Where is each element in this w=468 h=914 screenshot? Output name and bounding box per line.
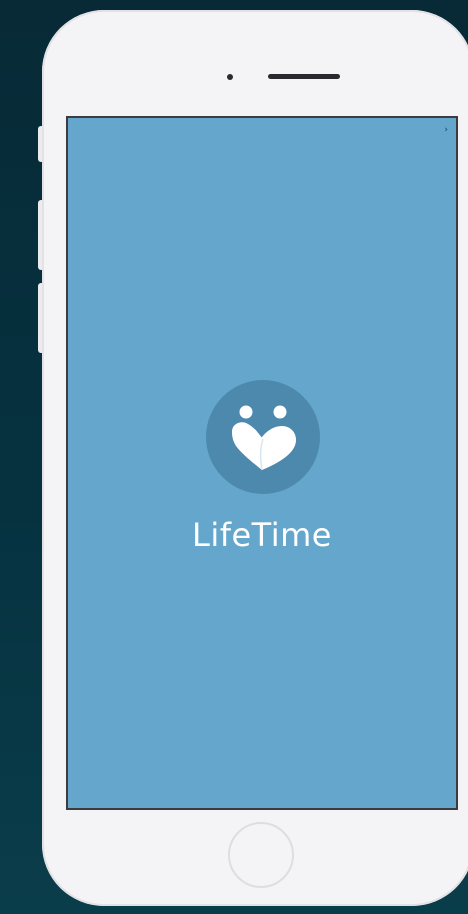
app-logo (206, 380, 320, 494)
splash-screen: › LifeTime (66, 116, 458, 810)
figure-head-left (239, 405, 253, 419)
earpiece-speaker (268, 74, 340, 79)
app-name-label: LifeTime (192, 516, 332, 554)
front-camera (227, 74, 233, 80)
home-button[interactable] (228, 822, 294, 888)
page: › LifeTime (0, 0, 468, 914)
heart-with-two-figures-icon (232, 405, 296, 471)
status-indicator: › (444, 125, 448, 135)
figure-head-right (273, 405, 287, 419)
heart-right-lobe (255, 426, 296, 470)
